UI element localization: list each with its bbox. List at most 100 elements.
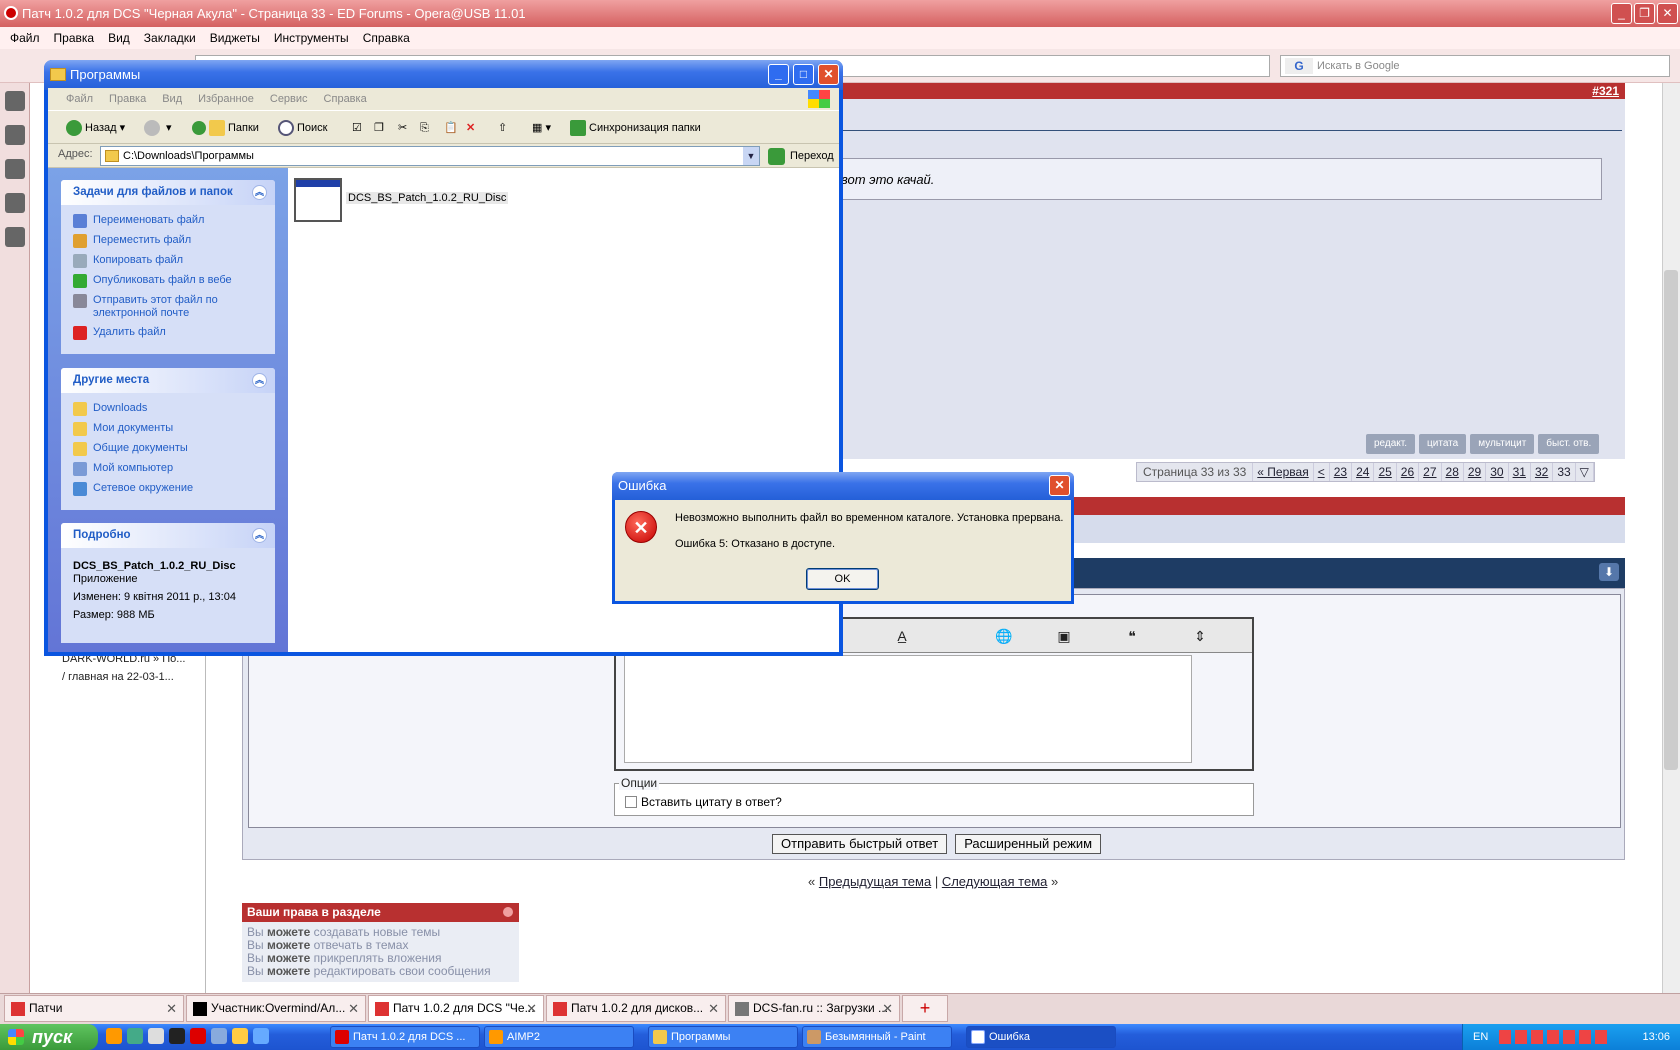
quick-launch-icon[interactable]: [211, 1028, 227, 1044]
menu-file[interactable]: Файл: [66, 88, 93, 110]
page-link[interactable]: 26: [1397, 463, 1420, 481]
search-input[interactable]: G Искать в Google: [1280, 55, 1670, 77]
place-shared-documents[interactable]: Общие документы: [73, 442, 263, 456]
tab-close-icon[interactable]: ✕: [526, 996, 537, 1021]
taskbar-item-opera[interactable]: Патч 1.0.2 для DCS ...: [330, 1026, 480, 1048]
ok-button[interactable]: OK: [806, 568, 879, 590]
page-link[interactable]: 29: [1464, 463, 1487, 481]
details-header[interactable]: Подробно ︽: [61, 523, 275, 548]
place-network[interactable]: Сетевое окружение: [73, 482, 263, 496]
post-number-link[interactable]: #321: [1592, 84, 1619, 98]
collapse-chevron-icon[interactable]: ︽: [252, 185, 267, 200]
move-to-icon[interactable]: ☑: [352, 120, 362, 136]
taskbar-item-error[interactable]: Ошибка: [966, 1026, 1116, 1048]
place-my-computer[interactable]: Мой компьютер: [73, 462, 263, 476]
tab-close-icon[interactable]: ✕: [166, 996, 177, 1021]
menu-tools[interactable]: Инструменты: [274, 27, 349, 49]
menu-tools[interactable]: Сервис: [270, 88, 308, 110]
quick-launch-icon[interactable]: [232, 1028, 248, 1044]
quick-launch-icon[interactable]: [148, 1028, 164, 1044]
aimp-icon[interactable]: [106, 1028, 122, 1044]
add-panel-icon[interactable]: [5, 227, 25, 247]
close-icon[interactable]: ✕: [818, 64, 839, 85]
menu-favorites[interactable]: Избранное: [198, 88, 254, 110]
opera-icon[interactable]: [190, 1028, 206, 1044]
quick-launch-icon[interactable]: [169, 1028, 185, 1044]
prev-topic-link[interactable]: Предыдущая тема: [819, 874, 931, 889]
page-link[interactable]: 30: [1486, 463, 1509, 481]
first-page-link[interactable]: « Первая: [1253, 463, 1314, 481]
folders-button[interactable]: Папки: [192, 120, 259, 137]
menu-view[interactable]: Вид: [108, 27, 130, 49]
task-delete[interactable]: Удалить файл: [73, 326, 263, 340]
scrollbar-thumb[interactable]: [1664, 270, 1678, 770]
quick-reply-button[interactable]: быст. отв.: [1538, 434, 1600, 454]
page-link[interactable]: 24: [1352, 463, 1375, 481]
collapse-chevron-icon[interactable]: ︽: [252, 373, 267, 388]
prev-page-link[interactable]: <: [1314, 463, 1330, 481]
sync-folder-button[interactable]: Синхронизация папки: [570, 120, 701, 137]
panel-item[interactable]: / главная на 22-03-1...: [62, 671, 174, 683]
start-button[interactable]: пуск: [0, 1024, 98, 1050]
tab-overmind[interactable]: Участник:Overmind/Ал... ✕: [186, 995, 366, 1022]
file-item[interactable]: DCS_BS_Patch_1.0.2_RU_Disc: [294, 178, 554, 224]
quote-button[interactable]: цитата: [1419, 434, 1467, 454]
delete-icon[interactable]: ✕: [466, 120, 475, 136]
views-icon[interactable]: ▦ ▾: [532, 120, 551, 136]
copy-icon[interactable]: ⎘: [420, 120, 429, 136]
place-downloads[interactable]: Downloads: [73, 402, 263, 416]
task-rename[interactable]: Переименовать файл: [73, 214, 263, 228]
minimize-icon[interactable]: _: [768, 64, 789, 85]
edit-button[interactable]: редакт.: [1366, 434, 1416, 454]
chevron-down-icon[interactable]: ▼: [743, 147, 759, 165]
copy-to-icon[interactable]: ❐: [374, 120, 384, 136]
bookmarks-icon[interactable]: [5, 91, 25, 111]
menu-widgets[interactable]: Виджеты: [210, 27, 260, 49]
page-link[interactable]: 27: [1419, 463, 1442, 481]
back-button[interactable]: Назад ▾: [66, 120, 125, 137]
restore-icon[interactable]: ❐: [1634, 3, 1655, 24]
task-publish[interactable]: Опубликовать файл в вебе: [73, 274, 263, 288]
multiquote-button[interactable]: мультицит: [1470, 434, 1535, 454]
collapse-chevron-icon[interactable]: ︽: [252, 528, 267, 543]
page-link[interactable]: 31: [1509, 463, 1531, 481]
tab-patches[interactable]: Патчи ✕: [4, 995, 184, 1022]
next-topic-link[interactable]: Следующая тема: [942, 874, 1048, 889]
google-icon[interactable]: G: [1285, 58, 1313, 74]
page-menu-chevron-icon[interactable]: ▽: [1576, 463, 1594, 481]
task-copy[interactable]: Копировать файл: [73, 254, 263, 268]
cut-icon[interactable]: ✂: [398, 120, 407, 136]
taskbar-item-aimp[interactable]: AIMP2: [484, 1026, 634, 1048]
new-tab-button[interactable]: +: [902, 995, 948, 1022]
taskbar-item-paint[interactable]: Безымянный - Paint: [802, 1026, 952, 1048]
menu-help[interactable]: Справка: [324, 88, 367, 110]
task-move[interactable]: Переместить файл: [73, 234, 263, 248]
menu-edit[interactable]: Правка: [109, 88, 146, 110]
tab-close-icon[interactable]: ✕: [708, 996, 719, 1021]
advanced-mode-button[interactable]: Расширенный режим: [955, 834, 1102, 854]
quote-checkbox[interactable]: [625, 796, 637, 808]
up-icon[interactable]: ⇧: [498, 120, 507, 136]
submit-quick-reply-button[interactable]: Отправить быстрый ответ: [772, 834, 948, 854]
page-link[interactable]: 23: [1330, 463, 1353, 481]
page-link[interactable]: 28: [1442, 463, 1464, 481]
menu-edit[interactable]: Правка: [54, 27, 95, 49]
place-my-documents[interactable]: Мои документы: [73, 422, 263, 436]
tab-patch-disc[interactable]: Патч 1.0.2 для дисков... ✕: [546, 995, 726, 1022]
address-input[interactable]: C:\Downloads\Программы ▼: [100, 146, 760, 166]
tray-icons[interactable]: [1499, 1030, 1609, 1044]
page-link[interactable]: 32: [1531, 463, 1554, 481]
close-icon[interactable]: ✕: [1657, 3, 1678, 24]
paste-icon[interactable]: 📋: [444, 120, 458, 136]
tab-close-icon[interactable]: ✕: [882, 996, 893, 1021]
quick-launch-icon[interactable]: [127, 1028, 143, 1044]
menu-view[interactable]: Вид: [162, 88, 182, 110]
tab-patch-dcs[interactable]: Патч 1.0.2 для DCS "Че... ✕: [368, 995, 544, 1022]
collapse-icon[interactable]: ⬇: [1599, 563, 1619, 581]
maximize-icon[interactable]: □: [793, 64, 814, 85]
taskbar-item-explorer[interactable]: Программы: [648, 1026, 798, 1048]
notes-icon[interactable]: [5, 125, 25, 145]
tab-close-icon[interactable]: ✕: [348, 996, 359, 1021]
tab-dcs-fan[interactable]: DCS-fan.ru :: Загрузки ... ✕: [728, 995, 900, 1022]
task-email[interactable]: Отправить этот файл по электронной почте: [73, 294, 263, 320]
